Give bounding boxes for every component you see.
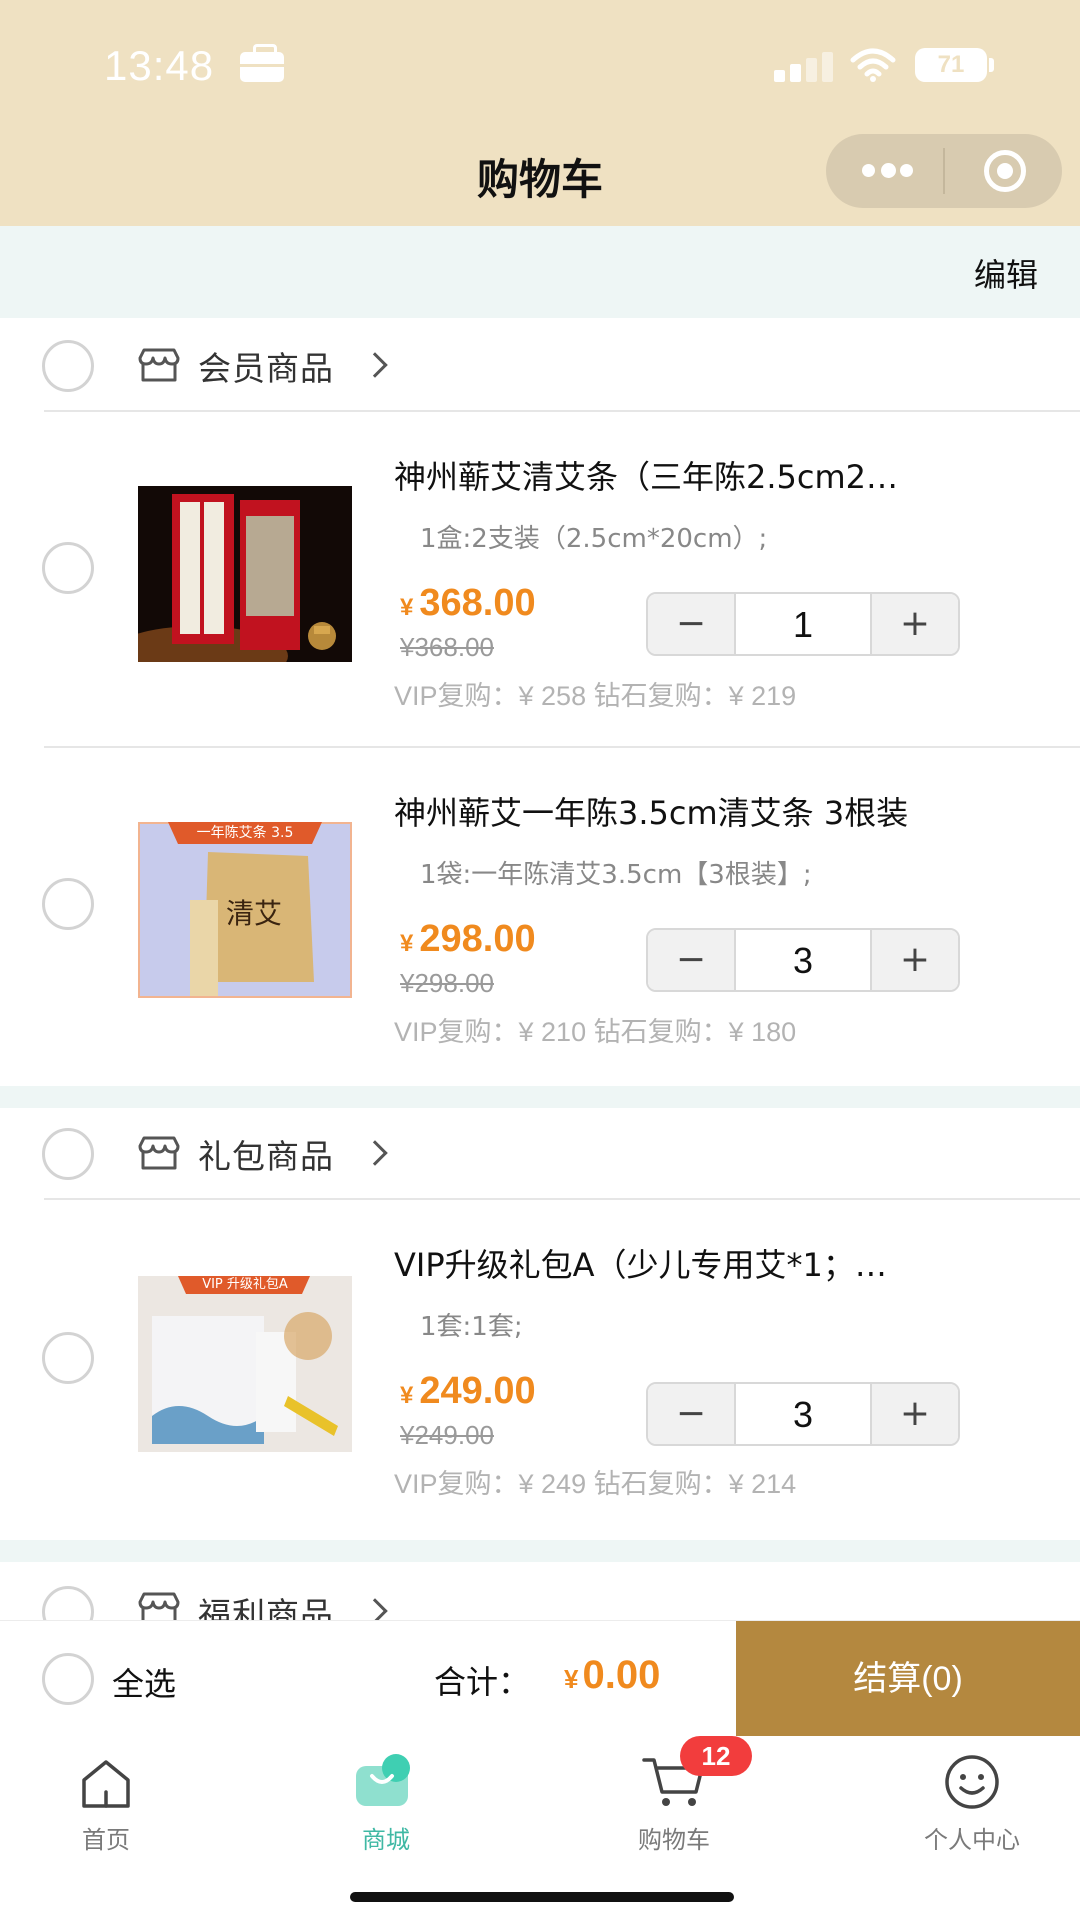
chevron-right-icon bbox=[362, 1598, 388, 1620]
original-price: ¥249.00 bbox=[400, 1420, 494, 1450]
total-value: 0.00 bbox=[582, 1653, 661, 1697]
store-icon bbox=[138, 1136, 180, 1170]
item-checkbox[interactable] bbox=[42, 1332, 94, 1384]
vip-price: VIP复购：¥ 258 钻石复购：¥ 219 bbox=[394, 681, 797, 711]
group-name: 礼包商品 bbox=[198, 1137, 334, 1176]
thumb-text: 清艾 bbox=[226, 897, 283, 930]
decrease-button[interactable]: − bbox=[648, 930, 736, 990]
mall-icon bbox=[356, 1754, 410, 1806]
price-value: 249.00 bbox=[419, 1370, 536, 1412]
item-checkbox[interactable] bbox=[42, 878, 94, 930]
signal-icon bbox=[774, 50, 834, 82]
tab-label: 个人中心 bbox=[924, 1826, 1020, 1854]
group-checkbox[interactable] bbox=[42, 340, 94, 392]
product-price: ¥368.00 bbox=[400, 582, 536, 625]
quantity-value[interactable]: 3 bbox=[736, 1384, 870, 1444]
product-title[interactable]: 神州蕲艾一年陈3.5cm清艾条 3根装 bbox=[394, 788, 994, 834]
status-time: 13:48 bbox=[104, 42, 215, 89]
product-spec: 1袋:一年陈清艾3.5cm【3根装】; bbox=[420, 860, 812, 890]
tab-label: 首页 bbox=[82, 1826, 130, 1854]
quantity-value[interactable]: 1 bbox=[736, 594, 870, 654]
close-miniprogram-icon[interactable] bbox=[984, 150, 1026, 192]
more-icon[interactable] bbox=[862, 163, 913, 178]
home-icon bbox=[82, 1760, 130, 1808]
battery-tip bbox=[989, 58, 994, 72]
chevron-right-icon bbox=[362, 352, 388, 378]
thumb-banner: VIP 升级礼包A bbox=[202, 1277, 288, 1292]
thumb-banner: 一年陈艾条 3.5 bbox=[196, 825, 294, 841]
edit-bar: 编辑 bbox=[0, 226, 1080, 318]
cart-item: VIP 升级礼包A VIP升级礼包A（少儿专用艾*1；… 1套:1套; ¥249… bbox=[0, 1200, 1080, 1534]
capsule-divider bbox=[943, 148, 945, 194]
increase-button[interactable]: + bbox=[870, 594, 958, 654]
group-header-member[interactable]: 会员商品 bbox=[0, 318, 1080, 410]
tab-profile[interactable]: 个人中心 bbox=[872, 1746, 1072, 1866]
select-all-checkbox[interactable] bbox=[42, 1653, 94, 1705]
section-gap bbox=[0, 1086, 1080, 1108]
group-name: 会员商品 bbox=[198, 349, 334, 388]
quantity-stepper: − 3 + bbox=[646, 1382, 960, 1446]
edit-button[interactable]: 编辑 bbox=[974, 250, 1038, 296]
item-checkbox[interactable] bbox=[42, 542, 94, 594]
product-spec: 1盒:2支装（2.5cm*20cm）; bbox=[420, 524, 768, 554]
product-image-art bbox=[138, 486, 352, 662]
total-currency: ¥ bbox=[564, 1664, 579, 1694]
vip-price: VIP复购：¥ 210 钻石复购：¥ 180 bbox=[394, 1017, 797, 1047]
price-value: 298.00 bbox=[419, 918, 536, 960]
cart-item: 一年陈艾条 3.5 清艾 神州蕲艾一年陈3.5cm清艾条 3根装 1袋:一年陈清… bbox=[0, 748, 1080, 1082]
quantity-stepper: − 1 + bbox=[646, 592, 960, 656]
group-header-gift[interactable]: 礼包商品 bbox=[0, 1108, 1080, 1200]
original-price: ¥298.00 bbox=[400, 968, 494, 998]
quantity-value[interactable]: 3 bbox=[736, 930, 870, 990]
group-checkbox[interactable] bbox=[42, 1128, 94, 1180]
checkout-bar: 全选 合计： ¥0.00 结算(0) bbox=[0, 1620, 1080, 1737]
product-spec: 1套:1套; bbox=[420, 1312, 523, 1342]
price-currency: ¥ bbox=[400, 1382, 414, 1409]
home-indicator bbox=[350, 1892, 734, 1902]
cart-item: 神州蕲艾清艾条（三年陈2.5cm2… 1盒:2支装（2.5cm*20cm）; ¥… bbox=[0, 412, 1080, 746]
wifi-icon bbox=[850, 48, 896, 82]
original-price: ¥368.00 bbox=[400, 632, 494, 662]
tab-home[interactable]: 首页 bbox=[6, 1746, 206, 1866]
store-icon bbox=[138, 348, 180, 382]
briefcase-icon bbox=[240, 44, 284, 82]
battery-indicator: 71 bbox=[915, 48, 987, 82]
vip-price: VIP复购：¥ 249 钻石复购：¥ 214 bbox=[394, 1469, 797, 1499]
total-amount: ¥0.00 bbox=[564, 1653, 660, 1698]
tab-label: 购物车 bbox=[638, 1826, 710, 1854]
top-header: 13:48 71 购物车 bbox=[0, 0, 1080, 226]
price-value: 368.00 bbox=[419, 582, 536, 624]
increase-button[interactable]: + bbox=[870, 930, 958, 990]
decrease-button[interactable]: − bbox=[648, 594, 736, 654]
miniprogram-capsule bbox=[826, 134, 1062, 208]
select-all-label[interactable]: 全选 bbox=[112, 1659, 176, 1705]
price-currency: ¥ bbox=[400, 930, 414, 957]
store-icon bbox=[138, 1592, 180, 1620]
product-image[interactable] bbox=[138, 486, 352, 662]
section-gap bbox=[0, 1540, 1080, 1562]
cart-badge: 12 bbox=[680, 1736, 752, 1776]
product-image[interactable]: VIP 升级礼包A bbox=[138, 1276, 352, 1452]
product-title[interactable]: 神州蕲艾清艾条（三年陈2.5cm2… bbox=[394, 452, 994, 498]
product-title[interactable]: VIP升级礼包A（少儿专用艾*1；… bbox=[394, 1240, 994, 1286]
tab-mall[interactable]: 商城 bbox=[286, 1746, 486, 1866]
increase-button[interactable]: + bbox=[870, 1384, 958, 1444]
checkout-button[interactable]: 结算(0) bbox=[736, 1621, 1080, 1737]
chevron-right-icon bbox=[362, 1140, 388, 1166]
decrease-button[interactable]: − bbox=[648, 1384, 736, 1444]
smiley-icon bbox=[945, 1755, 999, 1809]
product-image[interactable]: 一年陈艾条 3.5 清艾 bbox=[138, 822, 352, 998]
tab-label: 商城 bbox=[362, 1826, 410, 1854]
total-label: 合计： bbox=[434, 1663, 531, 1701]
group-header-welfare[interactable]: 福利商品 bbox=[0, 1562, 1080, 1620]
group-checkbox[interactable] bbox=[42, 1586, 94, 1620]
product-image-art bbox=[138, 1276, 352, 1452]
product-price: ¥298.00 bbox=[400, 918, 536, 961]
quantity-stepper: − 3 + bbox=[646, 928, 960, 992]
price-currency: ¥ bbox=[400, 594, 414, 621]
group-name: 福利商品 bbox=[198, 1595, 334, 1620]
product-price: ¥249.00 bbox=[400, 1370, 536, 1413]
